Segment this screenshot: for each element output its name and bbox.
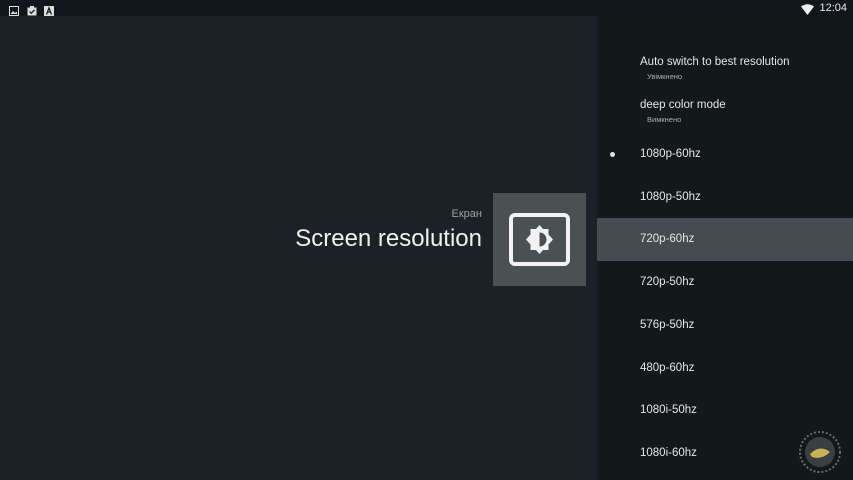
resolution-label: 1080p-60hz [640, 148, 701, 160]
auto-switch-value: Увімкнено [647, 72, 683, 81]
a-icon [44, 3, 54, 16]
resolution-option-480p-60hz[interactable]: 480p-60hz [597, 347, 853, 390]
deep-color-label: deep color mode [640, 99, 726, 111]
resolution-label: 1080p-50hz [640, 191, 701, 203]
settings-panel: Auto switch to best resolution Увімкнено… [597, 16, 853, 480]
deep-color-value: Вимкнено [647, 115, 682, 124]
image-icon [9, 3, 19, 16]
resolution-option-1080p-50hz[interactable]: 1080p-50hz [597, 176, 853, 219]
status-bar: 12:04 [0, 0, 853, 16]
resolution-option-576p-50hz[interactable]: 576p-50hz [597, 304, 853, 347]
brightness-icon [509, 213, 570, 266]
clipboard-check-icon [27, 3, 37, 16]
clock: 12:04 [819, 2, 847, 14]
resolution-option-1080p-60hz[interactable]: 1080p-60hz [597, 133, 853, 176]
wifi-icon [801, 2, 814, 15]
resolution-option-720p-60hz[interactable]: 720p-60hz [597, 218, 853, 261]
category-label: Екран [451, 208, 482, 220]
watermark-logo [798, 430, 842, 474]
auto-switch-option[interactable]: Auto switch to best resolution Увімкнено [597, 48, 853, 88]
resolution-label: 720p-60hz [640, 233, 695, 245]
selected-indicator-icon [610, 152, 615, 157]
resolution-label: 1080i-60hz [640, 447, 697, 459]
settings-tile [493, 193, 586, 286]
resolution-label: 480p-60hz [640, 362, 695, 374]
resolution-label: 576p-50hz [640, 319, 695, 331]
main-area: Екран Screen resolution [0, 16, 597, 480]
resolution-option-720p-50hz[interactable]: 720p-50hz [597, 261, 853, 304]
resolution-label: 1080i-50hz [640, 404, 697, 416]
auto-switch-label: Auto switch to best resolution [640, 56, 790, 68]
page-title: Screen resolution [295, 225, 482, 252]
resolution-option-1080i-50hz[interactable]: 1080i-50hz [597, 389, 853, 432]
deep-color-option[interactable]: deep color mode Вимкнено [597, 91, 853, 131]
resolution-label: 720p-50hz [640, 276, 695, 288]
